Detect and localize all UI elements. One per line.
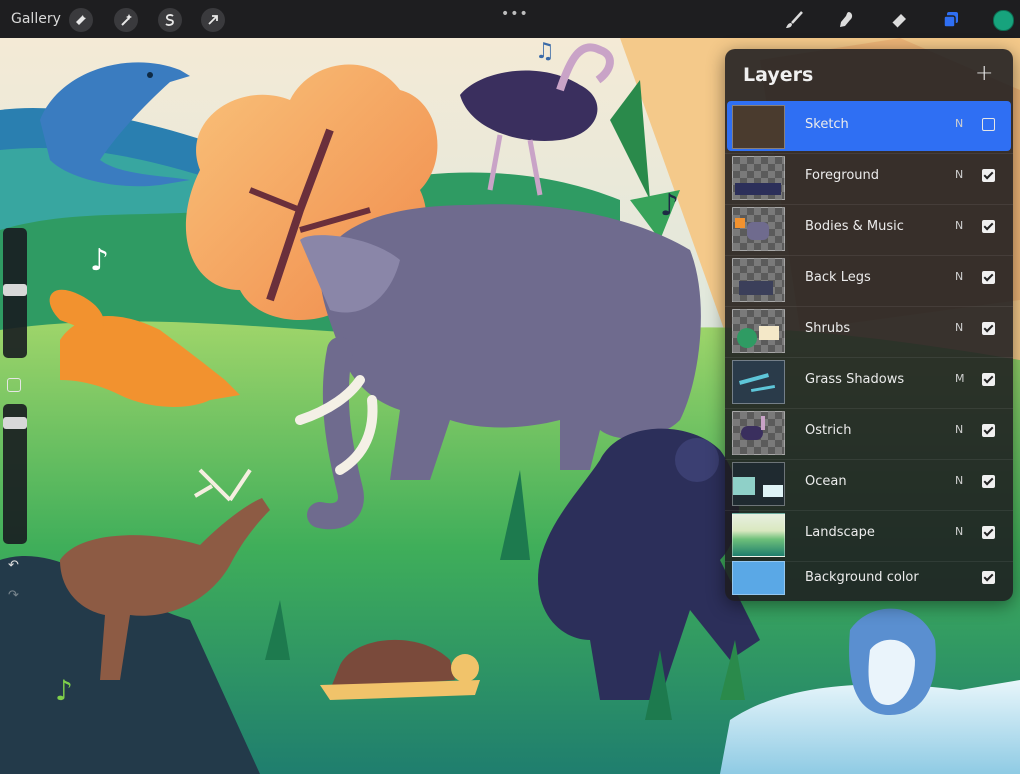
layer-thumbnail [732, 360, 785, 404]
side-controls: ↶ ↷ [0, 226, 30, 616]
svg-text:♪: ♪ [55, 674, 73, 707]
layer-name: Sketch [805, 117, 849, 132]
smudge-button[interactable] [833, 7, 859, 33]
blend-mode-button[interactable]: M [955, 372, 965, 385]
layer-name: Landscape [805, 525, 875, 540]
layer-thumbnail [732, 309, 785, 353]
layer-name: Back Legs [805, 270, 871, 285]
gallery-button[interactable]: Gallery [11, 11, 61, 27]
layers-panel: Layers + Sketch N Foreground N Bodies & … [725, 49, 1013, 601]
blend-mode-button[interactable]: N [955, 525, 963, 538]
wrench-icon [76, 15, 86, 25]
layer-thumbnail [732, 156, 785, 200]
layer-row-foreground[interactable]: Foreground N [727, 152, 1011, 202]
visibility-checkbox[interactable] [982, 571, 995, 584]
blend-mode-button[interactable]: N [955, 321, 963, 334]
redo-button[interactable]: ↷ [8, 588, 19, 603]
visibility-checkbox[interactable] [982, 475, 995, 488]
top-toolbar: Gallery ••• [0, 0, 1020, 38]
blend-mode-button[interactable]: N [955, 423, 963, 436]
svg-text:♫: ♫ [535, 39, 555, 64]
layer-name: Foreground [805, 168, 880, 183]
procreate-app: ♪ ♪ ♪ ♫ ↶ ↷ Gallery ••• Layers + Sketch … [0, 0, 1020, 774]
blend-mode-button[interactable]: N [955, 219, 963, 232]
layer-name: Ocean [805, 474, 847, 489]
brush-icon [786, 11, 803, 28]
layer-name: Ostrich [805, 423, 852, 438]
layer-thumbnail [732, 513, 785, 557]
layer-row-background-color[interactable]: Background color [727, 555, 1011, 601]
add-layer-button[interactable]: + [975, 61, 993, 86]
visibility-checkbox[interactable] [982, 220, 995, 233]
magic-wand-icon [121, 14, 132, 26]
svg-text:♪: ♪ [660, 188, 679, 223]
blend-mode-button[interactable]: N [955, 474, 963, 487]
selection-button[interactable] [158, 8, 182, 32]
selection-s-icon [165, 14, 174, 26]
brush-size-knob[interactable] [3, 284, 27, 296]
blend-mode-button[interactable]: N [955, 117, 963, 130]
layer-row-grass-shadows[interactable]: Grass Shadows M [727, 356, 1011, 406]
opacity-knob[interactable] [3, 417, 27, 429]
layers-button[interactable] [938, 7, 964, 33]
more-options-button[interactable]: ••• [501, 6, 529, 22]
layer-row-shrubs[interactable]: Shrubs N [727, 305, 1011, 355]
actions-button[interactable] [69, 8, 93, 32]
layer-row-back-legs[interactable]: Back Legs N [727, 254, 1011, 304]
layers-panel-title: Layers [743, 64, 814, 86]
svg-text:♪: ♪ [90, 243, 109, 278]
layer-name: Bodies & Music [805, 219, 904, 234]
smudge-icon [840, 12, 853, 27]
visibility-checkbox[interactable] [982, 526, 995, 539]
blend-mode-button[interactable]: N [955, 270, 963, 283]
layer-row-landscape[interactable]: Landscape N [727, 509, 1011, 559]
layer-row-sketch[interactable]: Sketch N [727, 101, 1011, 151]
layer-thumbnail [732, 207, 785, 251]
undo-button[interactable]: ↶ [8, 558, 19, 573]
eraser-icon [891, 14, 906, 29]
background-color-swatch [732, 561, 785, 595]
layer-thumbnail [732, 411, 785, 455]
color-picker-button[interactable] [993, 10, 1014, 31]
opacity-slider[interactable] [3, 404, 27, 544]
layer-name: Shrubs [805, 321, 851, 336]
visibility-checkbox[interactable] [982, 373, 995, 386]
layer-row-bodies-music[interactable]: Bodies & Music N [727, 203, 1011, 253]
visibility-checkbox[interactable] [982, 271, 995, 284]
transform-arrow-icon [208, 15, 218, 25]
brush-size-slider[interactable] [3, 228, 27, 358]
modify-button[interactable] [7, 378, 21, 392]
eraser-button[interactable] [886, 7, 912, 33]
layer-row-ostrich[interactable]: Ostrich N [727, 407, 1011, 457]
visibility-checkbox[interactable] [982, 424, 995, 437]
layers-icon [943, 12, 958, 28]
layer-thumbnail [732, 258, 785, 302]
layer-name: Background color [805, 570, 919, 585]
blend-mode-button[interactable]: N [955, 168, 963, 181]
visibility-checkbox[interactable] [982, 169, 995, 182]
layer-thumbnail [732, 462, 785, 506]
layer-name: Grass Shadows [805, 372, 905, 387]
transform-button[interactable] [201, 8, 225, 32]
visibility-checkbox[interactable] [982, 322, 995, 335]
layer-thumbnail [732, 105, 785, 149]
visibility-checkbox[interactable] [982, 118, 995, 131]
layer-row-ocean[interactable]: Ocean N [727, 458, 1011, 508]
brush-button[interactable] [781, 7, 807, 33]
adjustments-button[interactable] [114, 8, 138, 32]
